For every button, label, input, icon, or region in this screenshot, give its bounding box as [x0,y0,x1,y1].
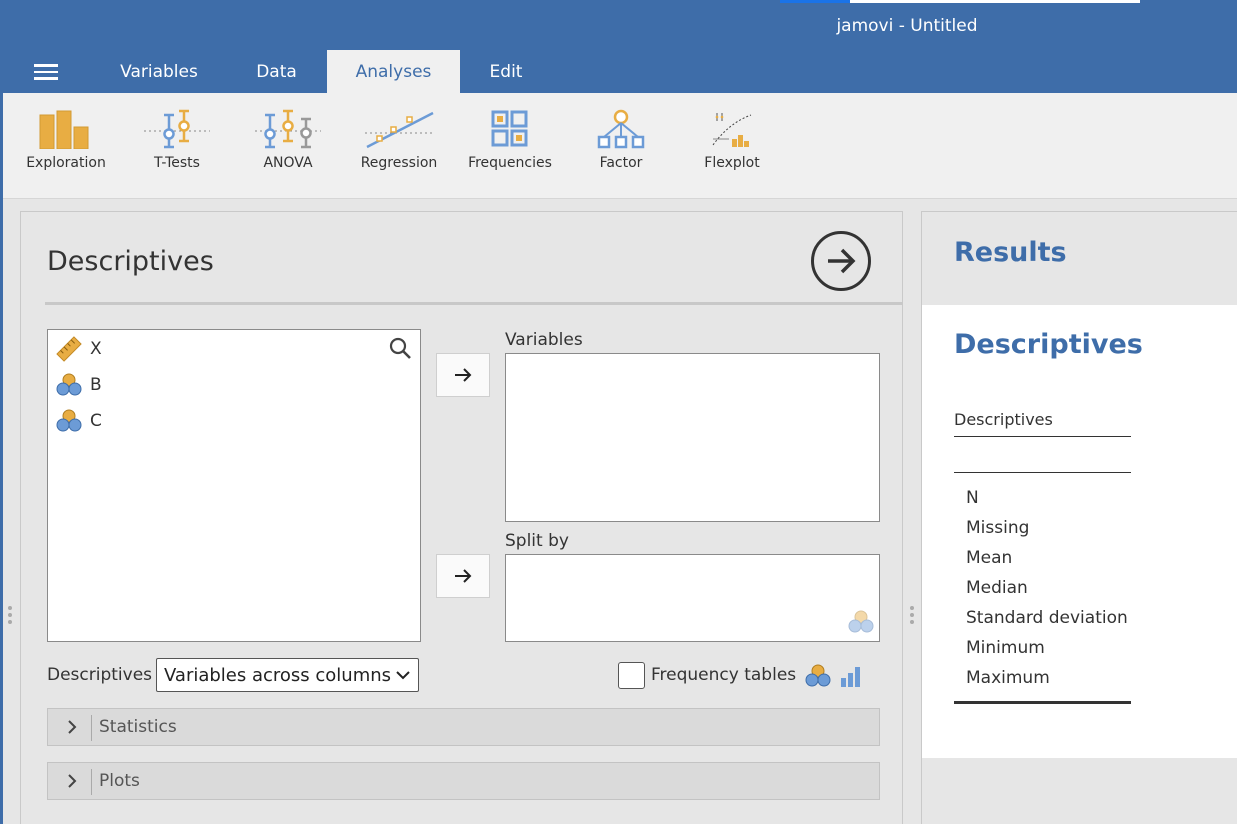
search-icon[interactable] [388,336,412,364]
table-row-label: Mean [966,548,1013,568]
nominal-variable-icon [56,373,82,396]
ribbon-regression-button[interactable]: Regression [349,109,449,171]
frequency-tables-checkbox[interactable] [618,662,645,689]
split-by-label: Split by [505,531,569,551]
ribbon-exploration-button[interactable]: Exploration [16,109,116,171]
arrow-right-circle-icon [828,248,856,274]
ribbon-regression-label: Regression [360,155,438,171]
exploration-icon [39,110,89,149]
results-table-title: Descriptives [954,410,1053,429]
plots-section-label: Plots [99,771,140,791]
nominal-variable-icon [56,409,82,432]
table-row-label: Standard deviation [966,608,1128,628]
statistics-section[interactable]: Statistics [47,708,880,746]
available-variables-list[interactable]: X B C [47,329,421,642]
t-tests-icon [144,109,210,149]
chevron-right-icon [68,720,77,734]
ribbon-factor-label: Factor [599,155,643,171]
move-to-split-by-button[interactable] [436,554,490,598]
analysis-options-panel: Descriptives X B C Variables Split by De… [20,211,903,824]
analyses-ribbon: Exploration T-Tests ANOVA Regression Fre… [0,93,1237,199]
results-panel: Results Descriptives Descriptives N Miss… [921,211,1237,824]
table-row-label: N [966,488,979,508]
section-divider [91,715,92,741]
move-to-variables-button[interactable] [436,353,490,397]
ribbon-frequencies-button[interactable]: Frequencies [460,109,560,171]
ribbon-anova-button[interactable]: ANOVA [238,109,338,171]
left-resize-handle[interactable] [8,606,12,627]
variable-name: X [90,339,102,359]
left-edge-strip [0,93,3,824]
ribbon-exploration-label: Exploration [26,155,106,171]
table-row-label: Maximum [966,668,1050,688]
variables-target-box[interactable] [505,353,880,522]
descriptives-layout-label: Descriptives [47,665,153,685]
variable-name: C [90,411,102,431]
statistics-section-label: Statistics [99,717,177,737]
table-bottom-rule [954,701,1131,704]
results-analysis-title[interactable]: Descriptives [954,329,1143,360]
descriptives-layout-value: Variables across columns [164,664,392,686]
nominal-variable-hint-icon [848,610,874,633]
ribbon-anova-label: ANOVA [263,155,313,171]
ribbon-factor-button[interactable]: Factor [571,109,671,171]
header-divider [45,302,903,305]
menu-icon[interactable] [34,64,58,82]
run-analysis-button[interactable] [811,231,871,291]
tab-indicator-accent [780,0,850,3]
descriptives-layout-select[interactable]: Variables across columns [156,658,419,692]
plots-section[interactable]: Plots [47,762,880,800]
nominal-variable-icon [805,664,831,687]
tab-data[interactable]: Data [226,50,327,93]
ribbon-t-tests-button[interactable]: T-Tests [127,109,227,171]
variables-label: Variables [505,330,583,350]
regression-icon [365,111,434,149]
window-title: jamovi - Untitled [836,16,978,36]
anova-icon [255,109,321,149]
ribbon-t-tests-label: T-Tests [154,155,200,171]
variable-item[interactable]: B [56,372,102,398]
variable-item[interactable]: X [56,336,102,362]
flexplot-icon [712,113,752,147]
variable-item[interactable]: C [56,408,102,434]
chevron-down-icon [396,671,410,680]
options-title: Descriptives [47,246,214,277]
chevron-right-icon [68,774,77,788]
tab-edit[interactable]: Edit [460,50,552,93]
arrow-right-icon [455,569,472,583]
table-top-rule [954,436,1131,437]
table-row-label: Minimum [966,638,1045,658]
bar-chart-icon [841,667,860,687]
arrow-right-icon [455,368,472,382]
frequency-tables-label: Frequency tables [651,665,797,685]
ribbon-flexplot-label: Flexplot [704,155,760,171]
section-divider [91,769,92,795]
results-title: Results [954,237,1067,268]
table-row-label: Median [966,578,1028,598]
split-by-target-box[interactable] [505,554,880,642]
tab-variables[interactable]: Variables [92,50,226,93]
ribbon-flexplot-button[interactable]: Flexplot [682,109,782,171]
table-header-rule [954,472,1131,473]
browser-tab-indicator [780,0,1140,3]
results-content: Descriptives Descriptives N Missing Mean… [922,305,1237,758]
variable-name: B [90,375,102,395]
frequencies-icon [491,110,528,147]
factor-icon [597,109,645,149]
continuous-variable-icon [56,336,82,362]
ribbon-frequencies-label: Frequencies [468,155,552,171]
tab-analyses[interactable]: Analyses [327,50,460,93]
panel-resize-handle[interactable] [910,606,914,627]
table-row-label: Missing [966,518,1030,538]
